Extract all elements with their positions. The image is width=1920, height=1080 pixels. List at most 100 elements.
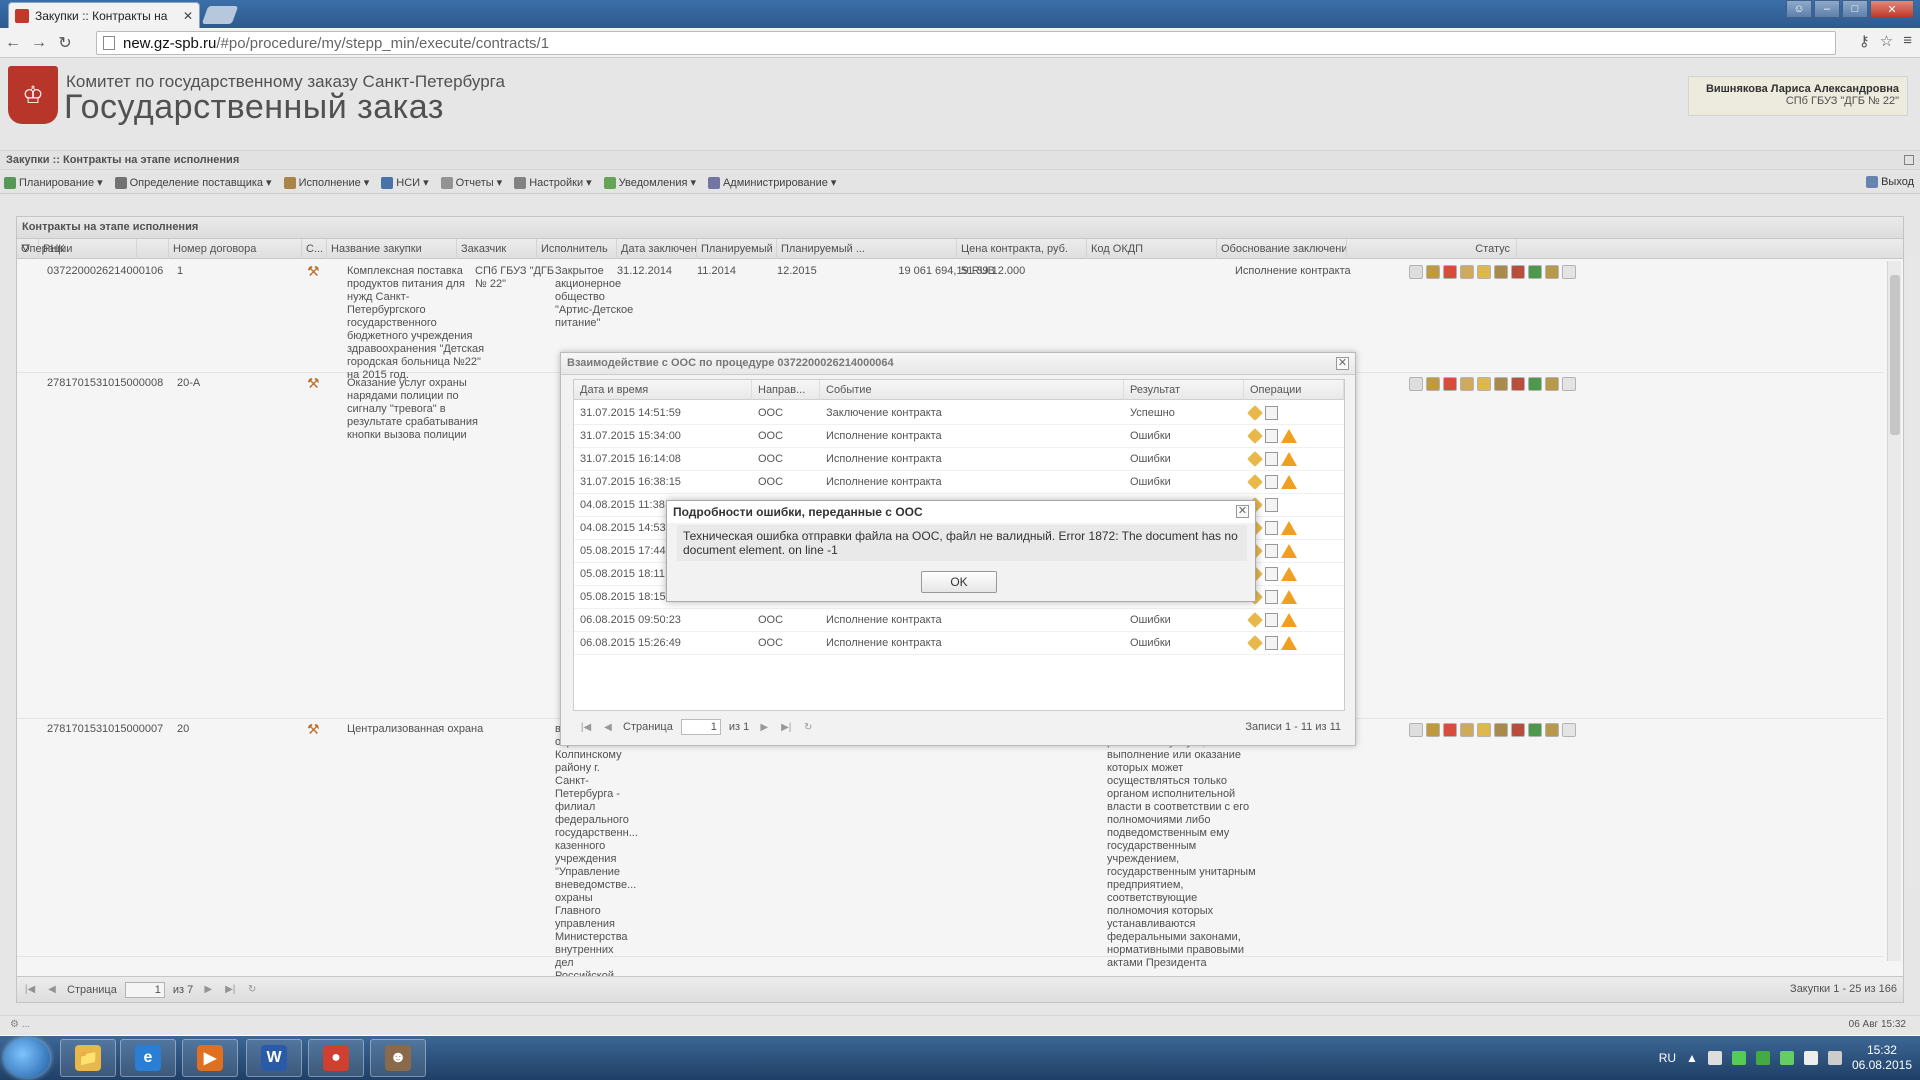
window-close-button[interactable]: ✕	[1870, 0, 1914, 18]
column-header[interactable]: Операции	[1244, 380, 1344, 400]
table-row[interactable]: 31.07.2015 15:34:00 ООС Исполнение контрак…	[574, 425, 1344, 448]
warning-icon[interactable]	[1281, 636, 1297, 650]
warning-icon[interactable]	[1281, 452, 1297, 466]
document-icon[interactable]	[1265, 406, 1278, 420]
table-row[interactable]: 31.07.2015 14:51:59 ООС Заключение контрак…	[574, 402, 1344, 425]
warning-icon[interactable]	[1281, 544, 1297, 558]
cell-dt: 04.08.2015 14:53	[580, 522, 666, 534]
system-tray: RU ▲ 15:32 06.08.2015	[1659, 1036, 1912, 1080]
url-path: /#po/procedure/my/stepp_min/execute/cont…	[216, 34, 550, 52]
column-header[interactable]: Результат	[1124, 380, 1244, 400]
row-operations	[1247, 612, 1297, 628]
cell-event: Исполнение контракта	[826, 453, 942, 465]
forward-icon[interactable]: →	[26, 30, 52, 56]
clock-time: 15:32	[1866, 1043, 1897, 1057]
document-icon[interactable]	[1265, 567, 1278, 581]
document-icon[interactable]	[1265, 613, 1278, 627]
package-icon[interactable]	[1247, 612, 1263, 628]
document-icon[interactable]	[1265, 521, 1278, 535]
taskbar-ie-button[interactable]: e	[120, 1039, 176, 1077]
package-icon[interactable]	[1247, 451, 1263, 467]
next-page-icon[interactable]: ▶	[757, 720, 771, 734]
warning-icon[interactable]	[1281, 429, 1297, 443]
refresh-icon[interactable]: ↻	[801, 720, 815, 734]
cell-event: Заключение контракта	[826, 407, 942, 419]
cell-result: Ошибки	[1130, 614, 1171, 626]
table-row[interactable]: 06.08.2015 09:50:23 ООС Исполнение контрак…	[574, 609, 1344, 632]
cell-result: Ошибки	[1130, 430, 1171, 442]
warning-icon[interactable]	[1281, 567, 1297, 581]
warning-icon[interactable]	[1281, 590, 1297, 604]
document-icon[interactable]	[1265, 452, 1278, 466]
taskbar-app-button[interactable]: ☻	[370, 1039, 426, 1077]
document-icon[interactable]	[1265, 498, 1278, 512]
browser-tab[interactable]: Закупки :: Контракты на ✕	[8, 2, 200, 28]
favicon-icon	[15, 8, 29, 23]
table-row[interactable]: 31.07.2015 16:14:08 ООС Исполнение контрак…	[574, 448, 1344, 471]
cell-dt: 05.08.2015 18:15	[580, 591, 666, 603]
tab-close-icon[interactable]: ✕	[183, 9, 193, 23]
window-controls: ☺ – □ ✕	[1786, 0, 1914, 18]
tray-antivirus-icon[interactable]	[1731, 1051, 1746, 1065]
browser-titlebar: Закупки :: Контракты на ✕ ☺ – □ ✕	[0, 0, 1920, 28]
cell-dt: 31.07.2015 15:34:00	[580, 430, 681, 442]
column-header[interactable]: Событие	[820, 380, 1124, 400]
back-icon[interactable]: ←	[0, 30, 26, 56]
explorer-icon: 📁	[75, 1045, 101, 1071]
dialog-close-icon[interactable]: ✕	[1236, 505, 1249, 518]
minimize-button[interactable]: –	[1814, 0, 1840, 18]
package-icon[interactable]	[1247, 405, 1263, 421]
warning-icon[interactable]	[1281, 475, 1297, 489]
taskbar-chrome-button[interactable]: ●	[308, 1039, 364, 1077]
first-page-icon[interactable]: |◀	[579, 720, 593, 734]
package-icon[interactable]	[1247, 635, 1263, 651]
row-operations	[1247, 451, 1297, 467]
pager-total: из 1	[728, 721, 750, 733]
key-icon[interactable]: ⚷	[1859, 32, 1870, 50]
tray-update-icon[interactable]	[1779, 1051, 1794, 1065]
row-operations	[1247, 405, 1278, 421]
tray-network-icon[interactable]	[1755, 1051, 1770, 1065]
address-bar: ← → ↻ new.gz-spb.ru/#po/procedure/my/ste…	[0, 28, 1920, 58]
ok-button[interactable]: OK	[921, 571, 997, 593]
table-row[interactable]: 31.07.2015 16:38:15 ООС Исполнение контрак…	[574, 471, 1344, 494]
column-header[interactable]: Дата и время	[574, 380, 752, 400]
menu-icon[interactable]: ≡	[1903, 32, 1912, 50]
cell-dir: ООС	[758, 476, 784, 488]
last-page-icon[interactable]: ▶|	[779, 720, 793, 734]
document-icon[interactable]	[1265, 429, 1278, 443]
document-icon[interactable]	[1265, 636, 1278, 650]
table-row[interactable]: 06.08.2015 15:26:49 ООС Исполнение контрак…	[574, 632, 1344, 655]
prev-page-icon[interactable]: ◀	[601, 720, 615, 734]
tray-app-icon[interactable]	[1707, 1051, 1722, 1065]
volume-icon[interactable]	[1827, 1051, 1842, 1065]
tray-flag-icon[interactable]	[1803, 1051, 1818, 1065]
cell-dt: 04.08.2015 11:38	[580, 499, 665, 511]
column-header[interactable]: Направ...	[752, 380, 820, 400]
taskbar-media-button[interactable]: ▶	[182, 1039, 238, 1077]
dialog-close-icon[interactable]: ✕	[1336, 357, 1349, 370]
start-button[interactable]	[4, 1038, 50, 1078]
page-input[interactable]: 1	[680, 719, 721, 735]
word-icon: W	[261, 1045, 287, 1071]
new-tab-button[interactable]	[201, 6, 239, 24]
package-icon[interactable]	[1247, 474, 1263, 490]
package-icon[interactable]	[1247, 428, 1263, 444]
document-icon[interactable]	[1265, 590, 1278, 604]
url-input[interactable]: new.gz-spb.ru/#po/procedure/my/stepp_min…	[96, 31, 1836, 55]
warning-icon[interactable]	[1281, 521, 1297, 535]
cell-dt: 31.07.2015 14:51:59	[580, 407, 681, 419]
reload-icon[interactable]: ↻	[52, 30, 78, 56]
taskbar-explorer-button[interactable]: 📁	[60, 1039, 116, 1077]
document-icon[interactable]	[1265, 475, 1278, 489]
maximize-button[interactable]: □	[1842, 0, 1868, 18]
document-icon[interactable]	[1265, 544, 1278, 558]
tray-expand-icon[interactable]: ▲	[1686, 1051, 1698, 1065]
user-icon[interactable]: ☺	[1786, 0, 1812, 18]
taskbar-word-button[interactable]: W	[246, 1039, 302, 1077]
clock-date: 06.08.2015	[1851, 1058, 1912, 1072]
bookmark-star-icon[interactable]: ☆	[1880, 32, 1893, 50]
language-indicator[interactable]: RU	[1659, 1051, 1676, 1065]
clock[interactable]: 15:32 06.08.2015	[1852, 1043, 1912, 1073]
warning-icon[interactable]	[1281, 613, 1297, 627]
